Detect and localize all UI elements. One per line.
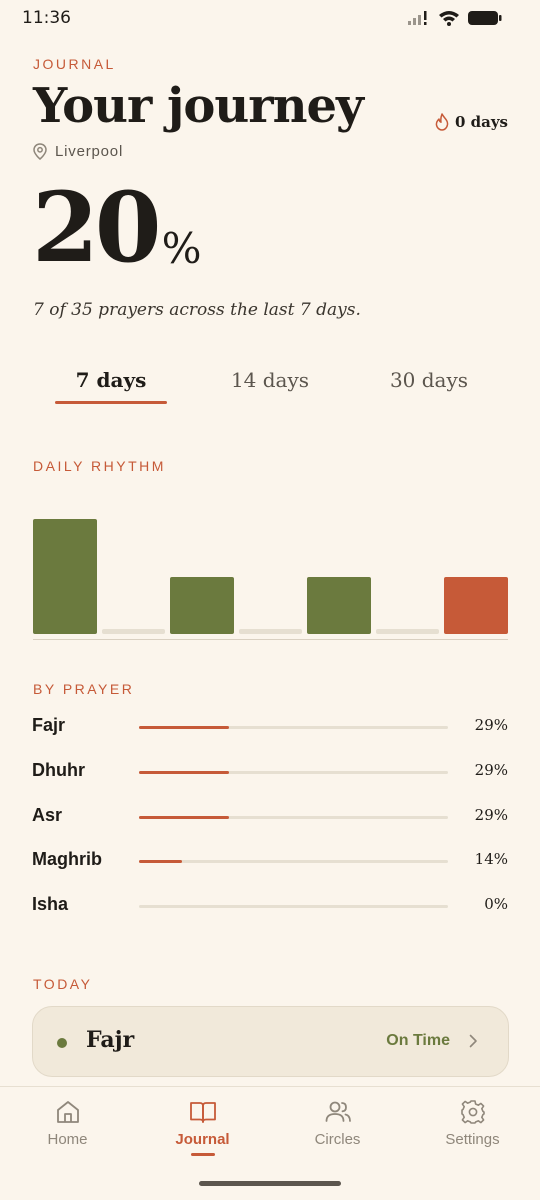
streak-label: 0 days [454, 113, 508, 131]
active-tab-indicator [55, 401, 167, 404]
nav-active-indicator [191, 1153, 215, 1156]
status-bar: 11:36 [0, 0, 540, 38]
prayer-row-isha: Isha 0% [32, 891, 508, 921]
location[interactable]: Liverpool [33, 143, 123, 160]
today-prayer-name: Fajr [86, 1027, 135, 1053]
chevron-right-icon [469, 1034, 477, 1048]
rhythm-bar [33, 519, 97, 634]
prayer-percent: 29% [474, 806, 508, 824]
status-dot [57, 1038, 67, 1048]
prayer-progress-track [139, 905, 448, 908]
prayer-percent: 14% [474, 850, 508, 868]
journal-eyebrow: JOURNAL [33, 56, 116, 72]
today-prayer-card[interactable]: Fajr On Time [32, 1006, 509, 1077]
status-time: 11:36 [22, 8, 71, 28]
prayer-row-dhuhr: Dhuhr 29% [32, 757, 508, 787]
prayer-progress-fill [139, 771, 229, 774]
rhythm-bar [307, 576, 371, 634]
prayer-name: Isha [32, 894, 69, 914]
prayer-percent: 29% [474, 761, 508, 779]
home-indicator [199, 1181, 341, 1186]
completion-unit: % [161, 224, 202, 273]
prayer-progress-track [139, 816, 448, 819]
prayer-progress-fill [139, 816, 229, 819]
nav-label: Settings [445, 1131, 500, 1148]
by-prayer-heading: BY PRAYER [33, 681, 135, 697]
battery-icon [468, 11, 502, 25]
prayer-row-asr: Asr 29% [32, 802, 508, 832]
location-pin-icon [33, 143, 47, 160]
wifi-icon [439, 11, 459, 26]
tab-30-days[interactable]: 30 days [350, 362, 508, 406]
status-icons [408, 10, 502, 26]
prayer-name: Dhuhr [32, 760, 85, 780]
nav-settings[interactable]: Settings [405, 1099, 540, 1159]
signal-icon [408, 11, 427, 25]
nav-journal[interactable]: Journal [135, 1099, 270, 1159]
prayer-name: Asr [32, 805, 63, 825]
tab-7-days[interactable]: 7 days [32, 362, 190, 406]
rhythm-bar [238, 629, 303, 634]
completion-percent: 20 % [32, 180, 202, 276]
rhythm-bar [444, 576, 508, 634]
prayer-progress-fill [139, 860, 183, 863]
nav-label: Circles [314, 1131, 361, 1148]
prayer-row-fajr: Fajr 29% [32, 712, 508, 742]
page-title: Your journey [33, 78, 364, 134]
rhythm-baseline [33, 639, 508, 640]
book-icon [189, 1102, 216, 1123]
tab-14-days[interactable]: 14 days [191, 362, 349, 406]
nav-circles[interactable]: Circles [270, 1099, 405, 1159]
nav-home[interactable]: Home [0, 1099, 135, 1159]
rhythm-bar [101, 629, 166, 634]
prayer-name: Fajr [32, 715, 66, 735]
streak-badge[interactable]: 0 days [435, 113, 508, 131]
rhythm-bar [375, 629, 440, 634]
prayer-row-maghrib: Maghrib 14% [32, 846, 508, 876]
today-prayer-status: On Time [386, 1032, 450, 1049]
prayer-progress-track [139, 726, 448, 729]
prayer-progress-track [139, 771, 448, 774]
prayer-progress-fill [139, 726, 229, 729]
location-label: Liverpool [55, 143, 124, 160]
prayer-name: Maghrib [32, 849, 102, 869]
prayer-percent: 0% [484, 895, 508, 913]
nav-label: Journal [175, 1131, 230, 1148]
completion-caption: 7 of 35 prayers across the last 7 days. [33, 300, 361, 320]
completion-number: 20 [32, 171, 162, 284]
prayer-progress-track [139, 860, 448, 863]
range-tabs: 7 days 14 days 30 days [32, 362, 508, 412]
people-icon [325, 1101, 351, 1122]
gear-icon [460, 1100, 485, 1124]
prayer-percent: 29% [474, 716, 508, 734]
flame-icon [435, 113, 449, 131]
daily-rhythm-heading: DAILY RHYTHM [33, 458, 166, 474]
rhythm-bar [170, 576, 234, 634]
home-icon [56, 1101, 79, 1123]
nav-label: Home [47, 1131, 88, 1148]
today-heading: TODAY [33, 976, 93, 992]
daily-rhythm-chart [33, 500, 508, 640]
